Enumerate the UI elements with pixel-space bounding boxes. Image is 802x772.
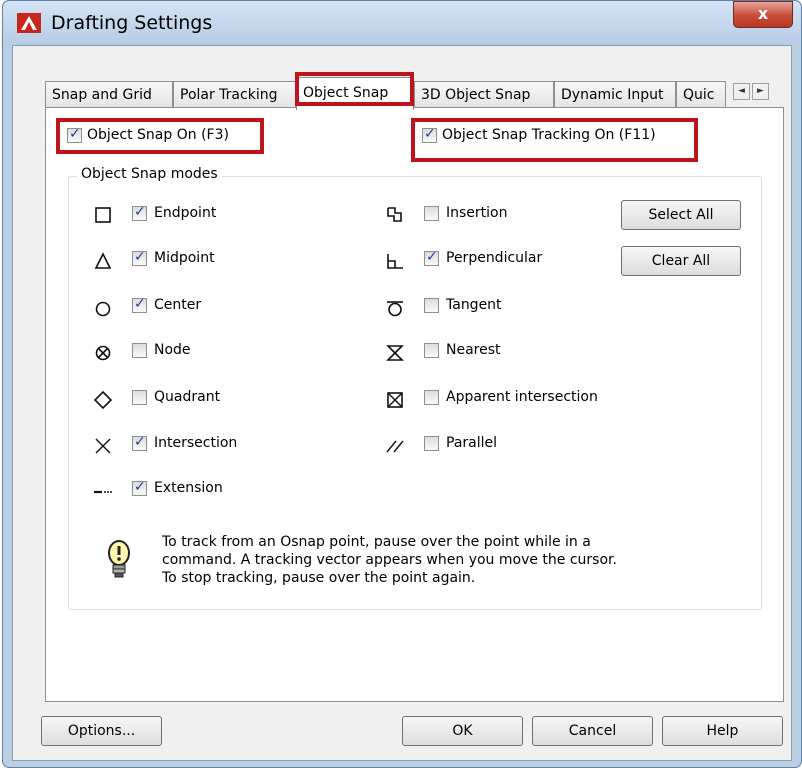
tab-quick-properties[interactable]: Quic (676, 81, 726, 109)
parallel-icon (384, 435, 406, 457)
mode-nearest[interactable]: Nearest (424, 342, 501, 358)
node-check[interactable] (132, 342, 147, 358)
apparent-intersection-check[interactable] (424, 389, 439, 405)
mode-endpoint[interactable]: Endpoint (132, 204, 217, 221)
endpoint-icon (92, 204, 114, 226)
quadrant-label: Quadrant (154, 389, 221, 405)
node-icon (92, 342, 114, 364)
tracking-hint-text: To track from an Osnap point, pause over… (162, 533, 702, 587)
mode-insertion[interactable]: Insertion (424, 205, 507, 221)
mode-center[interactable]: Center (132, 296, 202, 313)
ok-button[interactable]: OK (402, 716, 523, 746)
tab-strip: Snap and Grid Polar Tracking Object Snap… (45, 77, 795, 110)
tab-polar-tracking[interactable]: Polar Tracking (173, 81, 296, 109)
mode-node[interactable]: Node (132, 342, 191, 358)
tab-3d-object-snap[interactable]: 3D Object Snap (414, 81, 554, 109)
mode-perpendicular[interactable]: Perpendicular (424, 249, 543, 266)
parallel-label: Parallel (446, 435, 498, 451)
tab-scroll-right-button[interactable]: ► (752, 83, 769, 100)
hint-line-2: command. A tracking vector appears when … (162, 552, 617, 568)
hint-line-3: To stop tracking, pause over the point a… (162, 570, 476, 586)
midpoint-label: Midpoint (154, 250, 215, 266)
midpoint-check[interactable] (132, 249, 147, 266)
mode-midpoint[interactable]: Midpoint (132, 249, 215, 266)
insertion-label: Insertion (446, 205, 508, 221)
center-check[interactable] (132, 296, 147, 313)
center-icon (92, 297, 114, 319)
nearest-label: Nearest (446, 342, 501, 358)
parallel-check[interactable] (424, 435, 439, 451)
extension-icon (92, 480, 114, 502)
insertion-check[interactable] (424, 205, 439, 221)
intersection-check[interactable] (132, 434, 147, 451)
intersection-icon (92, 435, 114, 457)
apparent-intersection-icon (384, 389, 406, 411)
cancel-button[interactable]: Cancel (532, 716, 653, 746)
apparent-intersection-label: Apparent intersection (446, 389, 598, 405)
tangent-label: Tangent (446, 297, 502, 313)
help-button[interactable]: Help (662, 716, 783, 746)
lightbulb-icon (108, 540, 130, 578)
tab-dynamic-input[interactable]: Dynamic Input (554, 81, 676, 109)
mode-extension[interactable]: Extension (132, 479, 223, 496)
highlight-object-snap-tab (295, 72, 414, 106)
highlight-object-snap-tracking-on (411, 118, 698, 162)
tab-scroll-left-button[interactable]: ◄ (733, 83, 750, 100)
perpendicular-icon (384, 250, 406, 272)
mode-intersection[interactable]: Intersection (132, 434, 238, 451)
center-label: Center (154, 297, 202, 313)
autocad-app-icon (17, 13, 41, 33)
quadrant-check[interactable] (132, 389, 147, 405)
tangent-check[interactable] (424, 297, 439, 313)
hint-line-1: To track from an Osnap point, pause over… (162, 534, 591, 550)
perpendicular-label: Perpendicular (446, 250, 543, 266)
intersection-label: Intersection (154, 435, 238, 451)
window-title: Drafting Settings (51, 12, 213, 34)
mode-tangent[interactable]: Tangent (424, 297, 502, 313)
close-button[interactable]: x (733, 1, 793, 28)
select-all-button[interactable]: Select All (621, 200, 741, 230)
options-button[interactable]: Options... (41, 716, 162, 746)
tangent-icon (384, 297, 406, 319)
nearest-icon (384, 342, 406, 364)
extension-label: Extension (154, 480, 223, 496)
clear-all-button[interactable]: Clear All (621, 246, 741, 276)
object-snap-modes-title: Object Snap modes (77, 166, 222, 182)
midpoint-icon (92, 250, 114, 272)
mode-quadrant[interactable]: Quadrant (132, 389, 220, 405)
node-label: Node (154, 342, 191, 358)
quadrant-icon (92, 389, 114, 411)
perpendicular-check[interactable] (424, 249, 439, 266)
highlight-object-snap-on (56, 118, 264, 154)
nearest-check[interactable] (424, 342, 439, 358)
mode-apparent-intersection[interactable]: Apparent intersection (424, 389, 598, 405)
mode-parallel[interactable]: Parallel (424, 435, 497, 451)
title-bar[interactable]: Drafting Settings x (3, 1, 801, 45)
extension-check[interactable] (132, 479, 147, 496)
endpoint-label: Endpoint (154, 205, 217, 221)
endpoint-check[interactable] (132, 204, 147, 221)
insertion-icon (384, 204, 406, 226)
tab-snap-and-grid[interactable]: Snap and Grid (45, 81, 173, 109)
